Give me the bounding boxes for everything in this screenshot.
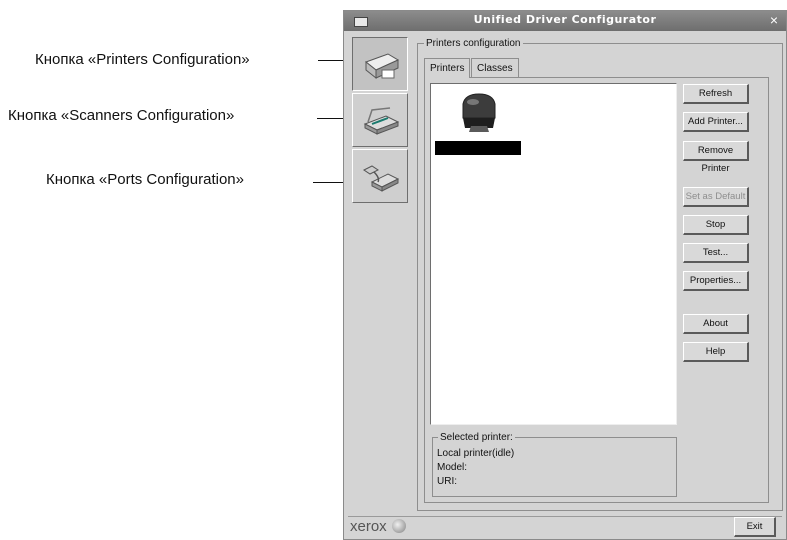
callout-ports-configuration: Кнопка «Ports Configuration» — [46, 171, 244, 188]
port-icon — [363, 165, 400, 192]
xerox-globe-icon — [392, 519, 406, 533]
selected-printer-group — [432, 437, 677, 497]
xerox-logo: xerox — [350, 518, 387, 535]
printer-name — [435, 141, 521, 155]
remove-printer-button[interactable]: Remove Printer — [683, 141, 749, 174]
selected-printer-model: Model: — [437, 462, 468, 473]
help-button[interactable]: Help — [683, 342, 749, 362]
properties-button[interactable]: Properties... — [683, 271, 749, 291]
scanners-configuration-button[interactable] — [352, 93, 408, 147]
close-icon[interactable]: × — [770, 12, 778, 28]
window-title: Unified Driver Configurator — [473, 13, 657, 26]
printers-configuration-title: Printers configuration — [424, 38, 523, 49]
unified-driver-configurator-window: Unified Driver Configurator × Printers c… — [343, 10, 787, 540]
selected-printer-title: Selected printer: — [438, 432, 515, 443]
tab-classes[interactable]: Classes — [471, 58, 519, 77]
printer-icon — [462, 93, 496, 132]
title-bar[interactable]: Unified Driver Configurator × — [344, 11, 786, 31]
tab-printers[interactable]: Printers — [424, 58, 471, 78]
ports-configuration-button[interactable] — [352, 149, 408, 203]
test-button[interactable]: Test... — [683, 243, 749, 263]
footer-divider — [348, 516, 782, 517]
printer-list[interactable] — [430, 83, 677, 425]
refresh-button[interactable]: Refresh — [683, 84, 749, 104]
set-as-default-button[interactable]: Set as Default — [683, 187, 749, 207]
stop-button[interactable]: Stop — [683, 215, 749, 235]
selected-printer-status: Local printer(idle) — [437, 448, 515, 459]
selected-printer-uri: URI: — [437, 476, 457, 487]
printers-configuration-button[interactable] — [352, 37, 408, 91]
scanner-icon — [363, 107, 400, 135]
about-button[interactable]: About — [683, 314, 749, 334]
callout-printers-configuration: Кнопка «Printers Configuration» — [35, 51, 250, 68]
add-printer-button[interactable]: Add Printer... — [683, 112, 749, 132]
callout-scanners-configuration: Кнопка «Scanners Configuration» — [8, 107, 235, 124]
exit-button[interactable]: Exit — [734, 517, 776, 537]
printer-icon — [364, 53, 400, 80]
